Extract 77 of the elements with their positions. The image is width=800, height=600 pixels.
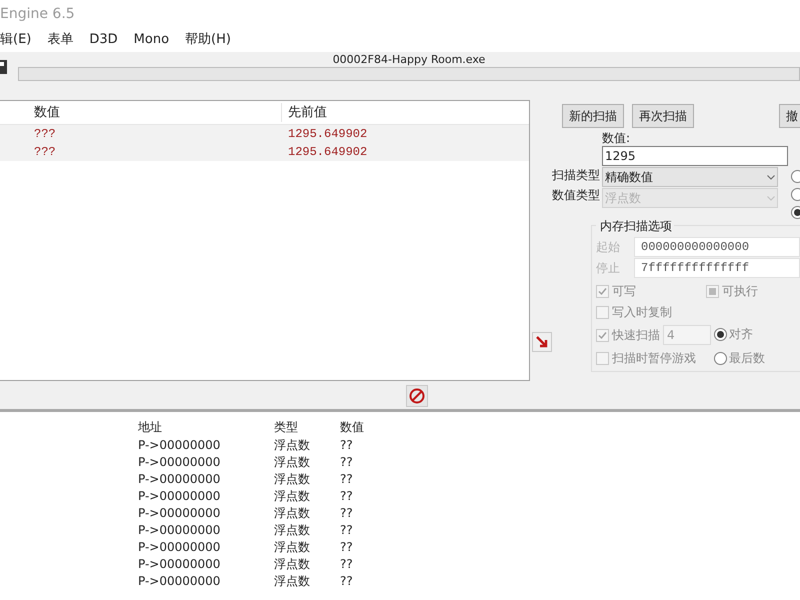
table-cell-text: ?? (340, 572, 353, 590)
table-cell-text: 浮点数 (274, 436, 311, 454)
menu-item[interactable]: Mono (134, 30, 170, 50)
column-header[interactable]: 数值 (340, 418, 364, 436)
chevron-icon (767, 196, 775, 200)
table-cell-text: 浮点数 (274, 538, 311, 556)
table-cell-text: 1295.649902 (287, 126, 368, 143)
checkbox[interactable] (706, 284, 719, 298)
process-title: 00002F84-Happy Room.exe (332, 54, 486, 66)
window-title: Engine 6.5 (0, 4, 75, 24)
chevron-icon (767, 174, 775, 180)
menu-item[interactable]: 表单 (47, 30, 74, 50)
stop-address-field[interactable]: 7ffffffffffffff (634, 258, 800, 278)
stop-label: 停止 (596, 260, 621, 277)
table-cell-text: ?? (340, 522, 353, 538)
table-cell-text: P->00000000 (138, 436, 222, 454)
column-header[interactable]: 先前值 (282, 102, 333, 122)
checkbox[interactable] (596, 352, 609, 364)
next-scan-button[interactable]: 再次扫描 (632, 104, 694, 128)
table-cell-text: P->00000000 (138, 504, 222, 522)
table-cell-text: ??? (33, 144, 57, 161)
start-address-field[interactable]: 000000000000000 (634, 237, 800, 257)
column-header[interactable]: 数值 (32, 102, 282, 122)
table-cell-text: P->00000000 (138, 488, 222, 504)
scan-type-label: 扫描类型 (552, 168, 600, 182)
radio-button[interactable] (714, 352, 727, 364)
table-cell-text: 浮点数 (274, 470, 311, 488)
column-header[interactable]: 地址 (138, 418, 274, 436)
checkbox[interactable] (596, 284, 609, 298)
radio-label: 最后数 (729, 350, 765, 367)
table-cell-text: ??? (33, 126, 57, 143)
arrow-button[interactable] (532, 332, 552, 352)
table-cell-text: 浮点数 (274, 522, 311, 538)
checkbox-label: 扫描时暂停游戏 (612, 350, 696, 367)
table-cell-text: ?? (340, 504, 353, 522)
table-cell-text: P->00000000 (138, 538, 222, 556)
checkbox[interactable] (596, 328, 609, 342)
arrow-icon (535, 335, 549, 349)
table-cell-text: P->00000000 (138, 470, 222, 488)
checkbox-label: 可执行 (722, 283, 758, 300)
save-icon[interactable] (0, 59, 8, 75)
menu-item[interactable]: 帮助(H) (185, 30, 231, 50)
undo-scan-button[interactable]: 撤 (779, 104, 800, 128)
table-cell-text: P->00000000 (138, 556, 222, 572)
menu-item[interactable]: D3D (89, 30, 118, 50)
stop-button[interactable] (406, 384, 428, 406)
table-cell-text: ?? (340, 436, 353, 454)
table-cell-text: 浮点数 (274, 572, 311, 590)
value-field[interactable]: 1295 (602, 146, 788, 166)
checkbox-label: 快速扫描 (612, 327, 660, 344)
table-cell-text: ?? (340, 556, 353, 572)
table-cell-text: 浮点数 (274, 488, 311, 504)
table-cell-text: P->00000000 (138, 454, 222, 470)
table-cell-text: P->00000000 (138, 572, 222, 590)
radio-label: 对齐 (729, 326, 753, 343)
checkbox[interactable] (596, 306, 609, 318)
radio-button[interactable] (714, 328, 727, 340)
prohibited-icon (409, 388, 425, 404)
table-cell-text: ?? (340, 470, 353, 488)
value-type-label: 数值类型 (552, 188, 600, 202)
new-scan-button[interactable]: 新的扫描 (562, 104, 624, 128)
table-cell-text: 浮点数 (274, 454, 311, 470)
table-cell-text: 浮点数 (274, 556, 311, 572)
table-cell-text: ?? (340, 454, 353, 470)
table-cell-text: P->00000000 (138, 522, 222, 538)
table-cell-text: 1295.649902 (287, 144, 368, 161)
checkbox-label: 可写 (612, 283, 636, 300)
table-cell-text: 浮点数 (274, 504, 311, 522)
checkbox-label: 写入时复制 (612, 304, 672, 321)
start-label: 起始 (596, 239, 621, 256)
value-label: 数值: (601, 130, 632, 146)
table-cell-text: ?? (340, 488, 353, 504)
scan-type-dropdown[interactable]: 精确数值 (602, 167, 778, 187)
column-header[interactable]: 类型 (274, 418, 340, 436)
menu-item[interactable]: 辑(E) (0, 30, 32, 50)
group-title: 内存扫描选项 (596, 217, 674, 235)
table-cell-text: ?? (340, 538, 353, 556)
